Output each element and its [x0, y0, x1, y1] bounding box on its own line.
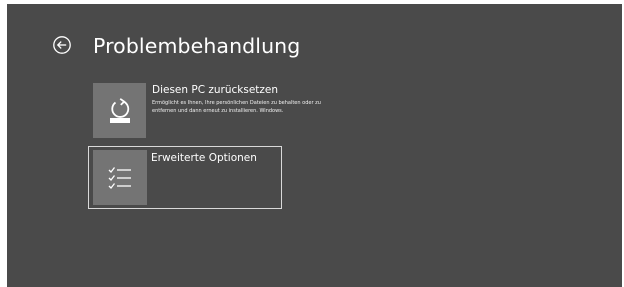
reset-pc-icon: [109, 97, 130, 123]
page-title: Problembehandlung: [93, 34, 301, 58]
recovery-screen: Problembehandlung Diesen PC zurücksetzen…: [0, 0, 624, 287]
reset-pc-tile: [93, 83, 146, 138]
frame-left-edge: [0, 0, 7, 287]
advanced-options-tile: [93, 150, 147, 205]
frame-top-edge: [0, 0, 624, 4]
reset-pc-description: Ermöglicht es Ihnen, Ihre persönlichen D…: [152, 100, 321, 115]
checklist-icon: [108, 166, 131, 189]
reset-pc-option[interactable]: Diesen PC zurücksetzen Ermöglicht es Ihn…: [88, 80, 348, 142]
advanced-options-title: Erweiterte Optionen: [151, 152, 257, 164]
back-button[interactable]: [52, 35, 72, 55]
advanced-options-option[interactable]: Erweiterte Optionen: [88, 146, 282, 209]
reset-pc-title: Diesen PC zurücksetzen: [152, 84, 279, 96]
back-arrow-circle-icon: [53, 36, 71, 54]
